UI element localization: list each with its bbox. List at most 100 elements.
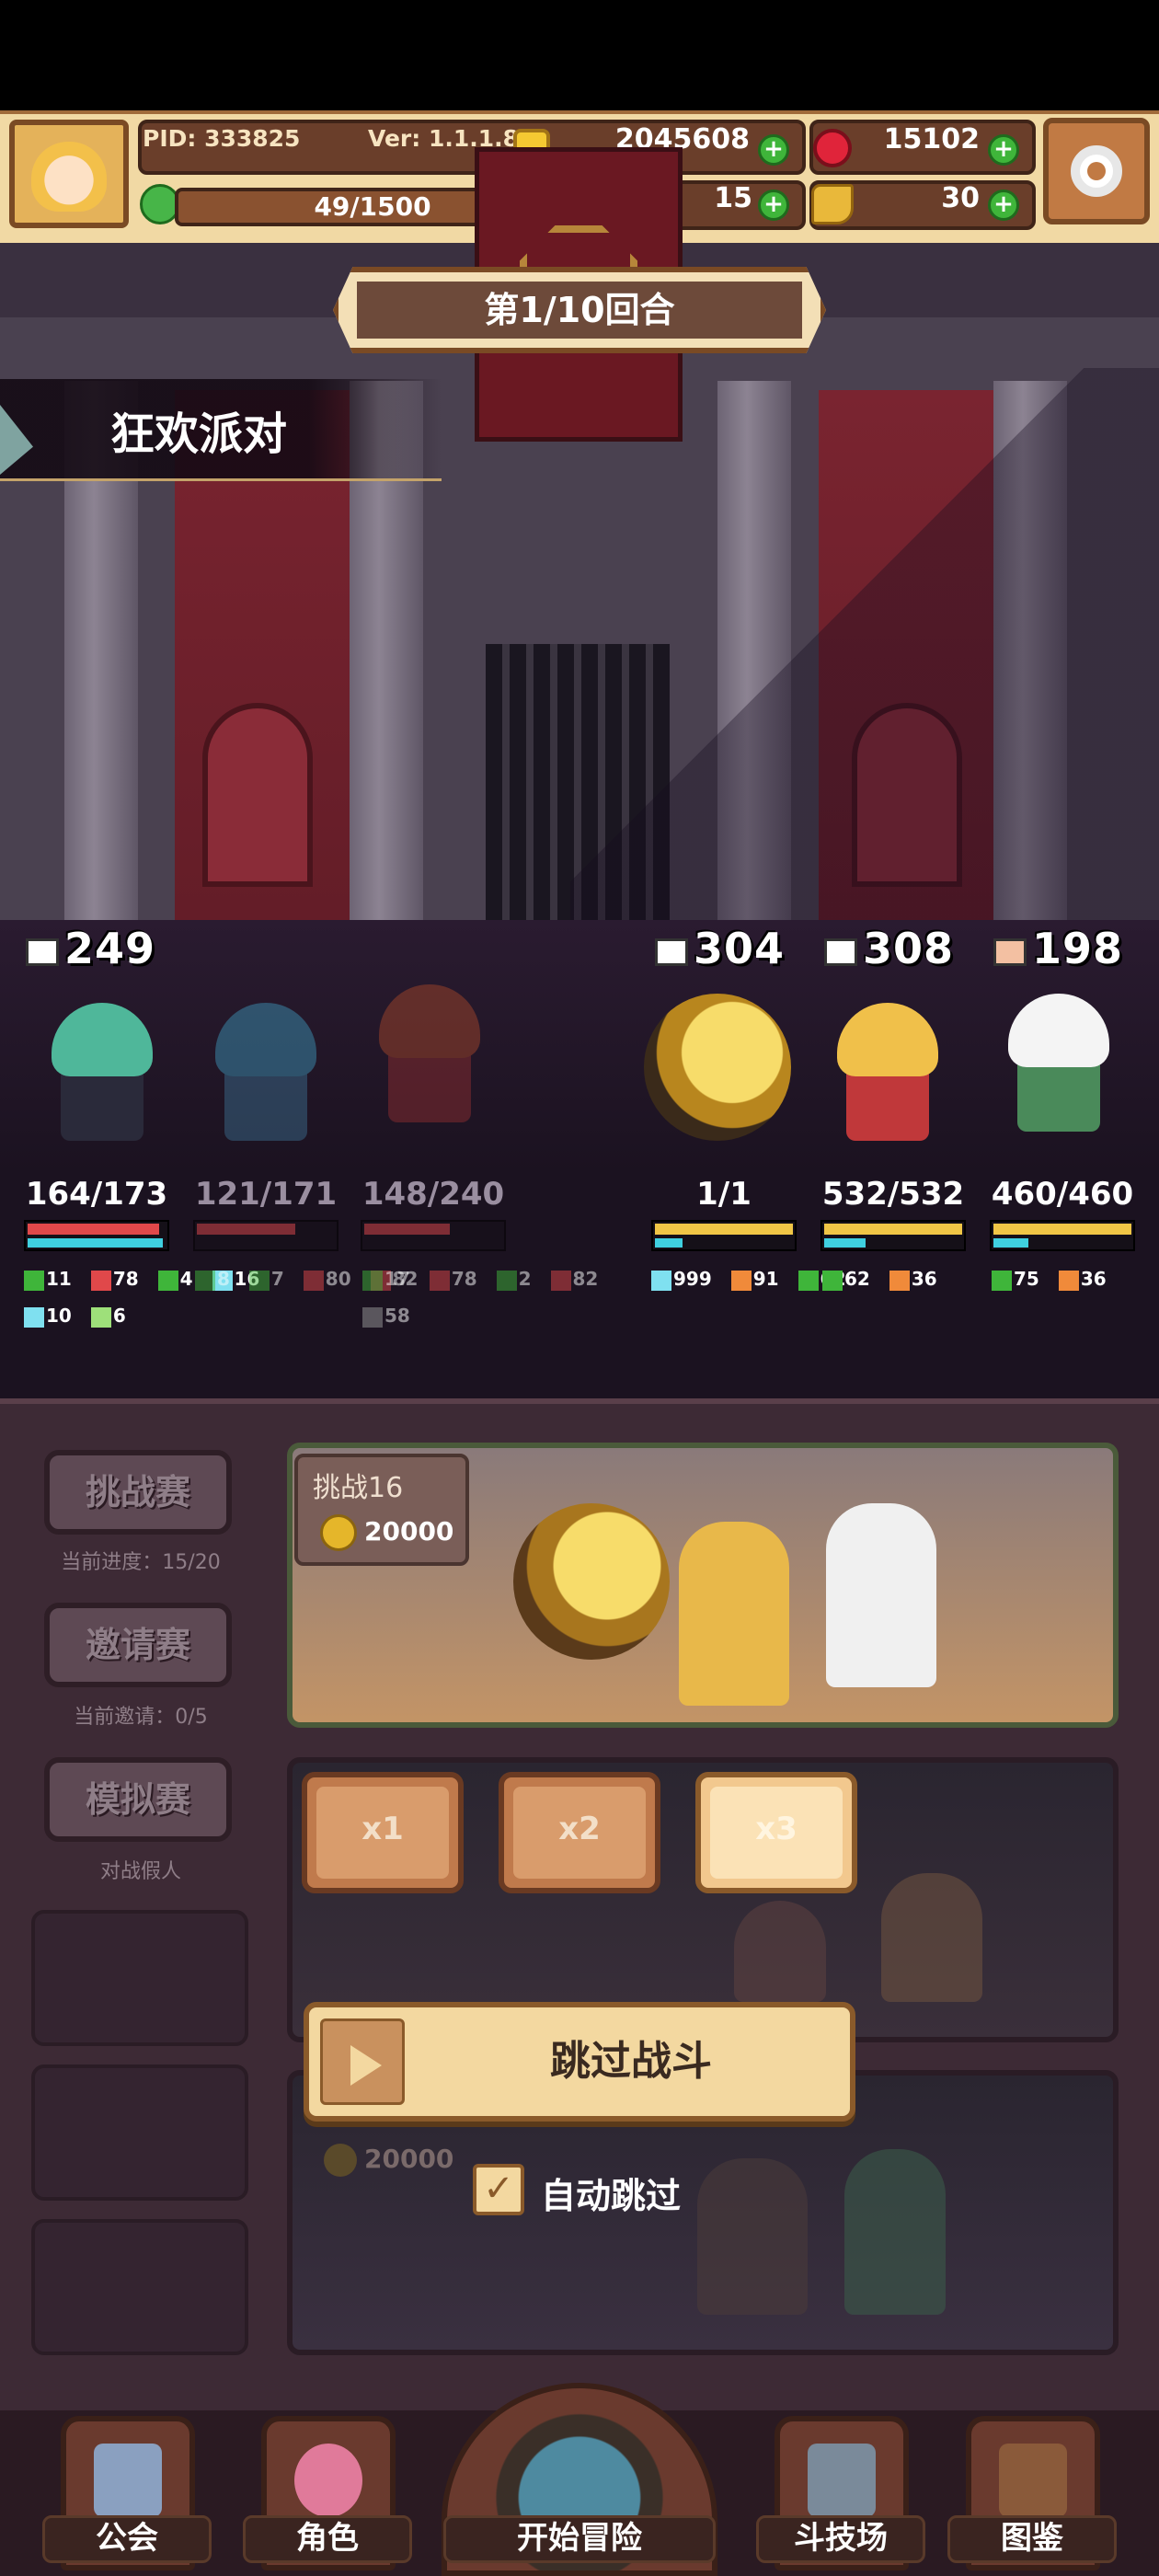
stat-value: 6	[112, 1305, 126, 1327]
enemy-hero-2[interactable]	[819, 994, 957, 1150]
stat-value: 2	[518, 1268, 532, 1290]
speed-x3-button[interactable]: x3	[695, 1772, 857, 1893]
left-power-value: 249	[64, 924, 156, 973]
challenge-title: 挑战16	[313, 1472, 404, 1504]
ally-3-stats-2: 58	[362, 1305, 423, 1328]
card-3-cost-value: 20000	[364, 2144, 454, 2174]
key-amount: 30	[941, 182, 980, 214]
defense-icon	[303, 1270, 324, 1291]
skip-battle-button[interactable]: 跳过战斗	[304, 2002, 855, 2122]
ally-3-bars	[361, 1220, 506, 1251]
ally-3-stats: 17 78 2 82	[362, 1268, 611, 1291]
enemy-3-stats: 75 36	[992, 1268, 1119, 1291]
add-gold-button[interactable]: +	[758, 134, 789, 166]
card-hero	[679, 1522, 789, 1706]
nav-label-guild: 公会	[42, 2515, 212, 2563]
card-hero	[844, 2149, 946, 2315]
hero-hair	[1008, 994, 1109, 1067]
enemy-power-value: 304	[694, 924, 786, 973]
add-clover-button[interactable]: +	[758, 190, 789, 221]
ally-1-stats-2: 10 6	[24, 1305, 139, 1328]
attack-icon	[822, 1270, 843, 1291]
fire-icon	[889, 1270, 910, 1291]
event-title: 狂欢派对	[110, 408, 288, 460]
guild-hall-icon	[94, 2444, 162, 2517]
ruby-gem-icon	[813, 129, 852, 167]
play-icon	[320, 2018, 405, 2105]
add-gems-button[interactable]: +	[988, 134, 1019, 166]
hp-fill	[655, 1224, 793, 1235]
auto-skip-label: 自动跳过	[541, 2176, 682, 2216]
codex-book-icon	[999, 2444, 1067, 2517]
hash-icon	[798, 1270, 819, 1291]
gem-amount: 15102	[883, 123, 980, 155]
nav-label-start-adventure: 开始冒险	[443, 2515, 716, 2563]
book-icon	[26, 937, 59, 966]
enemy-power-3: 198	[993, 924, 1123, 973]
stat-value: 91	[752, 1268, 779, 1290]
moon-orb	[644, 994, 791, 1141]
defense-icon	[429, 1270, 450, 1291]
gear-icon	[1071, 145, 1122, 197]
card-hero	[881, 1873, 982, 2002]
arched-window	[202, 703, 313, 887]
status-bar	[0, 0, 1159, 110]
settings-button[interactable]	[1043, 118, 1150, 224]
enemy-2-hp: 532/532	[821, 1176, 965, 1213]
enemy-3-hp: 460/460	[991, 1176, 1134, 1213]
stat-value: 82	[572, 1268, 599, 1290]
stat-value: 11	[46, 1268, 72, 1290]
book-icon	[655, 937, 688, 966]
stat-value: 36	[911, 1268, 937, 1290]
simulation-mode-button[interactable]: 模拟赛	[44, 1757, 232, 1842]
attack-icon	[248, 1270, 270, 1291]
nav-label-characters: 角色	[243, 2515, 412, 2563]
speed-x3-label: x3	[710, 1787, 843, 1879]
nav-label-codex: 图鉴	[947, 2515, 1117, 2563]
hash-icon	[195, 1270, 215, 1291]
heal-icon	[90, 1306, 111, 1328]
enemy-1-hp: 1/1	[696, 1176, 752, 1213]
auto-skip-checkbox[interactable]: ✓	[473, 2164, 524, 2215]
enemy-3-bars	[990, 1220, 1135, 1251]
enemy-2-bars	[820, 1220, 966, 1251]
stat-value: 8	[217, 1268, 230, 1290]
buff-icon	[550, 1270, 571, 1291]
invitation-mode-button[interactable]: 邀请赛	[44, 1603, 232, 1687]
crossed-swords-icon	[808, 2444, 876, 2517]
challenge-mode-button[interactable]: 挑战赛	[44, 1450, 232, 1535]
shield-icon	[651, 1270, 671, 1291]
character-icon	[294, 2444, 362, 2517]
ally-hero-1[interactable]	[33, 994, 171, 1150]
mp-fill	[655, 1238, 683, 1248]
fire-icon	[730, 1270, 752, 1291]
player-avatar[interactable]	[9, 120, 129, 228]
hero-hair	[215, 1003, 316, 1076]
ally-hero-2[interactable]	[197, 994, 335, 1150]
fire-icon	[1058, 1270, 1079, 1291]
card-hero	[697, 2158, 808, 2315]
invitation-progress: 当前邀请：0/5	[74, 1706, 208, 1729]
enemy-power-value: 308	[863, 924, 955, 973]
enemy-hero-3[interactable]	[990, 984, 1128, 1141]
ally-hero-3[interactable]	[361, 975, 499, 1132]
light-shade	[570, 368, 1159, 920]
ally-3-hp: 148/240	[361, 1176, 505, 1213]
stat-value: 7	[270, 1268, 284, 1290]
card-hero	[734, 1901, 826, 2002]
enemy-power-2: 308	[824, 924, 954, 973]
hash-icon	[157, 1270, 178, 1291]
enemy-boss-moon[interactable]	[635, 984, 800, 1141]
attack-icon	[362, 1270, 383, 1291]
enemy-power-value: 198	[1032, 924, 1124, 973]
ally-1-bars	[24, 1220, 169, 1251]
speed-x1-button[interactable]: x1	[302, 1772, 464, 1893]
hash-icon	[496, 1270, 517, 1291]
stat-value: 36	[1080, 1268, 1107, 1290]
arena-mode-column: 挑战赛 当前进度：15/20 邀请赛 当前邀请：0/5 模拟赛 对战假人	[26, 1435, 256, 2355]
speed-x2-button[interactable]: x2	[499, 1772, 660, 1893]
mp-fill	[993, 1238, 1028, 1248]
add-keys-button[interactable]: +	[988, 190, 1019, 221]
fist-icon	[993, 937, 1027, 966]
ally-1-hp: 164/173	[25, 1176, 168, 1213]
